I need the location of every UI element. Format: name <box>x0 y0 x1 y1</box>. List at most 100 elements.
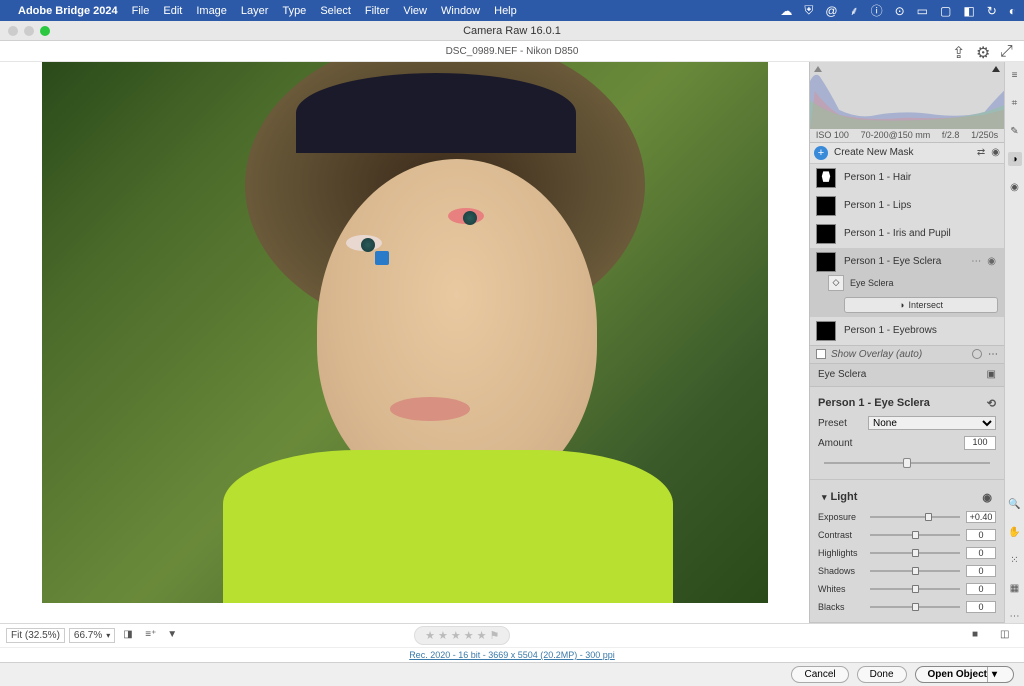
menu-edit[interactable]: Edit <box>163 5 182 17</box>
mask-item-eye-sclera[interactable]: Person 1 - Eye Sclera ⋯ ◉ ◇ Eye Sclera ◑… <box>810 248 1004 317</box>
mask-component[interactable]: ◇ Eye Sclera <box>816 272 998 294</box>
menu-type[interactable]: Type <box>282 5 306 17</box>
cancel-button[interactable]: Cancel <box>791 666 848 683</box>
star-5[interactable]: ★ <box>477 629 487 642</box>
at-icon[interactable]: @ <box>825 4 837 18</box>
intersect-button[interactable]: ◑ Intersect <box>844 297 998 313</box>
window-close-button[interactable] <box>8 26 18 36</box>
create-mask-label[interactable]: Create New Mask <box>834 147 913 158</box>
hand-tool-icon[interactable]: ✋ <box>1008 525 1022 539</box>
canvas-area[interactable] <box>0 62 809 623</box>
light-visibility-icon[interactable]: ◉ <box>982 491 992 504</box>
slider-thumb[interactable] <box>912 603 919 611</box>
file-info-link[interactable]: Rec. 2020 - 16 bit - 3669 x 5504 (20.2MP… <box>0 647 1024 662</box>
menu-file[interactable]: File <box>132 5 150 17</box>
slider-thumb[interactable] <box>925 513 932 521</box>
sampler-tool-icon[interactable]: ⁙ <box>1008 553 1022 567</box>
mask-item-hair[interactable]: Person 1 - Hair <box>810 164 1004 192</box>
play-icon[interactable]: ⊙ <box>895 4 905 18</box>
screen-icon[interactable]: ◧ <box>963 4 974 18</box>
section-header-eye-sclera[interactable]: Eye Sclera ▣ <box>810 364 1004 387</box>
chevron-down-icon[interactable]: ▾ <box>987 667 1001 682</box>
crop-tool-icon[interactable]: ⌗ <box>1008 96 1022 110</box>
overlay-options-icon[interactable]: ⋯ <box>988 349 998 360</box>
edit-tool-icon[interactable]: ≡ <box>1008 68 1022 82</box>
star-2[interactable]: ★ <box>438 629 448 642</box>
sync-icon[interactable]: ↻ <box>987 4 997 18</box>
app-name[interactable]: Adobe Bridge 2024 <box>18 5 118 17</box>
open-object-button[interactable]: Open Object▾ <box>915 666 1014 683</box>
fit-zoom-select[interactable]: Fit (32.5%) <box>6 628 65 643</box>
menu-filter[interactable]: Filter <box>365 5 389 17</box>
shadow-clip-icon[interactable] <box>814 66 822 72</box>
slider-value[interactable]: +0.40 <box>966 511 996 523</box>
highlight-clip-icon[interactable] <box>992 66 1000 72</box>
filmstrip-view-icon[interactable]: ◫ <box>1000 629 1014 643</box>
panel-reset-icon[interactable]: ⟲ <box>987 397 996 410</box>
slider-value[interactable]: 0 <box>966 565 996 577</box>
window-maximize-button[interactable] <box>40 26 50 36</box>
star-4[interactable]: ★ <box>464 629 474 642</box>
compare-icon[interactable]: ◨ <box>123 629 137 643</box>
menu-help[interactable]: Help <box>494 5 517 17</box>
amount-slider-thumb[interactable] <box>903 458 911 468</box>
settings-gear-icon[interactable]: ⚙ <box>976 43 992 59</box>
menu-layer[interactable]: Layer <box>241 5 269 17</box>
menu-image[interactable]: Image <box>196 5 227 17</box>
more-tools-icon[interactable]: ⋯ <box>1008 609 1022 623</box>
export-icon[interactable]: ⇪ <box>952 43 968 59</box>
mask-item-iris[interactable]: Person 1 - Iris and Pupil <box>810 220 1004 248</box>
menu-view[interactable]: View <box>403 5 427 17</box>
mask-tool-icon[interactable]: ◑ <box>1008 152 1022 166</box>
siri-icon[interactable]: ◐ <box>1009 4 1016 18</box>
mask-item-eyebrows[interactable]: Person 1 - Eyebrows <box>810 317 1004 345</box>
light-header[interactable]: ▾ Light ◉ <box>818 486 996 508</box>
zoom-tool-icon[interactable]: 🔍 <box>1008 497 1022 511</box>
mask-visibility-icon[interactable]: ◉ <box>985 256 998 267</box>
invert-icon[interactable]: ⇄ <box>977 147 985 158</box>
wifi-icon[interactable]: ⸙ <box>850 2 859 19</box>
menu-window[interactable]: Window <box>441 5 480 17</box>
battery-icon[interactable]: ▭ <box>917 4 928 18</box>
slider-value[interactable]: 0 <box>966 547 996 559</box>
heal-tool-icon[interactable]: ✎ <box>1008 124 1022 138</box>
single-view-icon[interactable]: ■ <box>972 629 986 643</box>
filter-icon[interactable]: ▼ <box>167 629 181 643</box>
slider-thumb[interactable] <box>912 585 919 593</box>
fullscreen-icon[interactable]: ⤢ <box>1000 43 1016 59</box>
star-3[interactable]: ★ <box>451 629 461 642</box>
slider-track[interactable] <box>870 552 960 554</box>
visibility-icon[interactable]: ◉ <box>991 147 1000 158</box>
amount-slider[interactable] <box>824 462 990 464</box>
slider-value[interactable]: 0 <box>966 601 996 613</box>
create-mask-button[interactable]: + <box>814 146 828 160</box>
overlay-color-swatch[interactable] <box>972 349 982 359</box>
slider-track[interactable] <box>870 606 960 608</box>
histogram[interactable] <box>810 62 1004 129</box>
mask-marker-icon[interactable] <box>375 251 389 265</box>
shield-icon[interactable]: ⛨ <box>804 3 813 18</box>
reject-flag-icon[interactable]: ⚑ <box>489 629 499 642</box>
grid-tool-icon[interactable]: ▦ <box>1008 581 1022 595</box>
show-overlay-checkbox[interactable] <box>816 349 826 359</box>
amount-value[interactable]: 100 <box>964 436 996 450</box>
section-options-icon[interactable]: ▣ <box>987 369 996 380</box>
redeye-tool-icon[interactable]: ◉ <box>1008 180 1022 194</box>
star-1[interactable]: ★ <box>425 629 435 642</box>
slider-thumb[interactable] <box>912 567 919 575</box>
display-icon[interactable]: ▢ <box>940 4 951 18</box>
slider-track[interactable] <box>870 588 960 590</box>
slider-thumb[interactable] <box>912 531 919 539</box>
slider-value[interactable]: 0 <box>966 583 996 595</box>
menu-select[interactable]: Select <box>320 5 351 17</box>
slider-value[interactable]: 0 <box>966 529 996 541</box>
cloud-icon[interactable]: ☁ <box>780 4 792 18</box>
window-minimize-button[interactable] <box>24 26 34 36</box>
slider-track[interactable] <box>870 534 960 536</box>
sort-icon[interactable]: ≡⁺ <box>145 629 159 643</box>
slider-track[interactable] <box>870 570 960 572</box>
mask-options-icon[interactable]: ⋯ <box>967 256 985 267</box>
mask-item-lips[interactable]: Person 1 - Lips <box>810 192 1004 220</box>
slider-thumb[interactable] <box>912 549 919 557</box>
info-icon[interactable]: ⓘ <box>871 2 883 19</box>
